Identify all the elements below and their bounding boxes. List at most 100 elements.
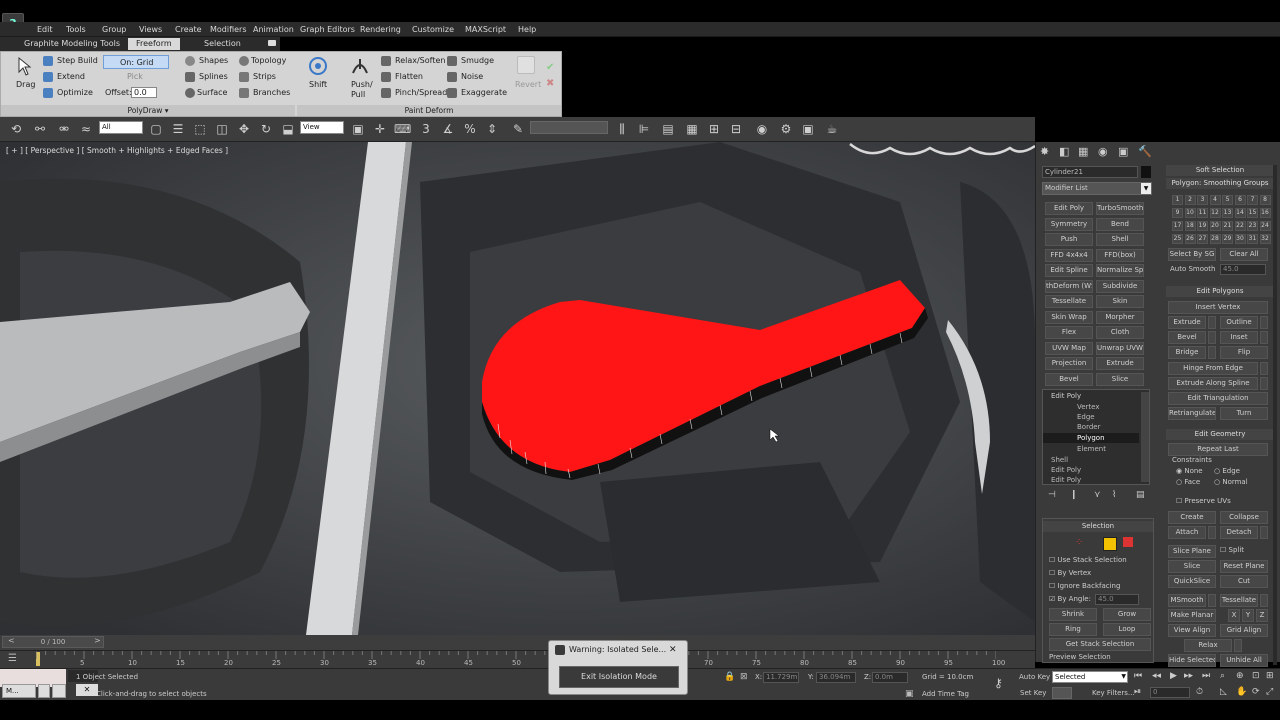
key-icon[interactable]: ⚷ <box>994 676 1003 690</box>
time-prev-icon[interactable]: < <box>8 636 15 645</box>
auto-smooth-button[interactable]: Auto Smooth <box>1170 265 1216 273</box>
select-by-sg-button[interactable]: Select By SG <box>1168 248 1216 261</box>
edit-triangulation-button[interactable]: Edit Triangulation <box>1168 392 1268 405</box>
time-configuration-icon[interactable]: ⏱ <box>1196 687 1203 697</box>
attach-button[interactable]: Attach <box>1168 526 1206 539</box>
slice-plane-button[interactable]: Slice Plane <box>1168 545 1216 558</box>
smoothing-group-button[interactable]: 20 <box>1209 221 1221 231</box>
show-end-result-icon[interactable]: ❙ <box>1070 490 1078 500</box>
command-panel-scrollbar[interactable] <box>1273 165 1277 665</box>
curve-editor-icon[interactable]: ⊞ <box>706 121 722 137</box>
modifier-button[interactable]: Projection <box>1045 357 1093 370</box>
smudge-button[interactable]: Smudge <box>461 56 494 65</box>
splines-button[interactable]: Splines <box>199 72 228 81</box>
modifier-button[interactable]: Skin Wrap <box>1045 310 1093 324</box>
relax-soften-button[interactable]: Relax/Soften <box>395 56 445 65</box>
z-coord-field[interactable]: 0.0m <box>872 672 908 683</box>
reset-plane-button[interactable]: Reset Plane <box>1220 560 1268 573</box>
menu-modifiers[interactable]: Modifiers <box>210 25 247 34</box>
smoothing-group-button[interactable]: 5 <box>1222 195 1233 205</box>
collapse-button[interactable]: Collapse <box>1220 511 1268 524</box>
modifier-button[interactable]: Edit Poly <box>1045 202 1093 215</box>
modifier-button[interactable]: Push <box>1045 233 1093 246</box>
smoothing-group-button[interactable]: 14 <box>1234 208 1246 218</box>
extrude-button[interactable]: Extrude <box>1168 316 1206 329</box>
bridge-button[interactable]: Bridge <box>1168 346 1206 359</box>
by-vertex-checkbox[interactable]: ☐ By Vertex <box>1049 569 1091 577</box>
preserve-uvs-checkbox[interactable]: ☐ Preserve UVs <box>1176 497 1231 505</box>
close-window-icon[interactable]: ✕ <box>76 684 98 696</box>
modifier-button[interactable]: Normalize Spl. <box>1096 264 1144 277</box>
configure-modifier-sets-icon[interactable]: ▤ <box>1136 490 1145 500</box>
bevel-settings-icon[interactable] <box>1208 331 1216 344</box>
shrink-button[interactable]: Shrink <box>1049 608 1097 621</box>
inset-button[interactable]: Inset <box>1220 331 1258 344</box>
relax-button[interactable]: Relax <box>1184 639 1232 652</box>
smoothing-group-button[interactable]: 18 <box>1184 221 1196 231</box>
offset-spinner[interactable]: 0.0 <box>131 87 157 98</box>
select-by-name-icon[interactable]: ☰ <box>170 121 186 137</box>
insert-vertex-button[interactable]: Insert Vertex <box>1168 301 1268 314</box>
go-to-start-icon[interactable]: ⏮ <box>1134 671 1142 681</box>
utilities-tab-icon[interactable]: 🔨 <box>1138 145 1152 159</box>
next-frame-icon[interactable]: ▸▸ <box>1184 671 1193 681</box>
paint-deform-panel-footer[interactable]: Paint Deform <box>297 105 561 116</box>
smoothing-group-button[interactable]: 16 <box>1259 208 1271 218</box>
ribbon-minimize-icon[interactable] <box>268 40 276 46</box>
time-next-icon[interactable]: > <box>94 636 101 645</box>
constraint-none-radio[interactable]: ◉ None <box>1176 467 1203 475</box>
previous-frame-icon[interactable]: ◂◂ <box>1152 671 1161 681</box>
inset-settings-icon[interactable] <box>1260 331 1268 344</box>
exaggerate-button[interactable]: Exaggerate <box>461 88 507 97</box>
pinch-spread-button[interactable]: Pinch/Spread <box>395 88 447 97</box>
minimized-window-tab[interactable]: M... <box>2 684 36 698</box>
pan-view-icon[interactable]: ✋ <box>1236 687 1247 697</box>
menu-group[interactable]: Group <box>102 25 126 34</box>
modifier-button[interactable]: Symmetry <box>1045 217 1093 231</box>
menu-graph-editors[interactable]: Graph Editors <box>300 25 355 34</box>
loop-button[interactable]: Loop <box>1103 623 1151 636</box>
constraint-normal-radio[interactable]: ○ Normal <box>1214 478 1248 486</box>
modifier-button[interactable]: Unwrap UVW <box>1096 341 1144 355</box>
bridge-settings-icon[interactable] <box>1208 346 1216 359</box>
modify-tab-icon[interactable]: ◧ <box>1059 145 1073 159</box>
smoothing-group-button[interactable]: 13 <box>1222 208 1233 218</box>
modifier-button[interactable]: thDeform (WS <box>1045 279 1093 293</box>
current-frame-field[interactable]: 0 <box>1150 687 1190 698</box>
render-setup-icon[interactable]: ⚙ <box>778 121 794 137</box>
modifier-button[interactable]: Bevel <box>1045 372 1093 386</box>
modifier-button[interactable]: FFD 4x4x4 <box>1045 248 1093 262</box>
select-rotate-icon[interactable]: ↻ <box>258 121 274 137</box>
step-build-button[interactable]: Step Build <box>57 56 98 65</box>
shift-button[interactable]: Shift <box>309 80 327 89</box>
noise-button[interactable]: Noise <box>461 72 483 81</box>
smoothing-group-button[interactable]: 22 <box>1234 221 1246 231</box>
smoothing-group-button[interactable]: 27 <box>1197 234 1208 244</box>
layer-manager-icon[interactable]: ▤ <box>660 121 676 137</box>
spinner-snap-icon[interactable]: ⇕ <box>484 121 500 137</box>
absolute-mode-icon[interactable]: ⊠ <box>740 672 748 682</box>
zoom-icon[interactable]: ⌕ <box>1220 671 1225 681</box>
planar-z-button[interactable]: Z <box>1256 609 1268 622</box>
outline-settings-icon[interactable] <box>1260 316 1268 329</box>
create-button[interactable]: Create <box>1168 511 1216 524</box>
modifier-list-dropdown[interactable]: Modifier List ▼ <box>1042 182 1152 195</box>
smoothing-group-button[interactable]: 26 <box>1184 234 1196 244</box>
flip-button[interactable]: Flip <box>1220 346 1268 359</box>
set-key-icon[interactable] <box>1052 687 1072 699</box>
topology-button[interactable]: Topology <box>251 56 286 65</box>
grid-align-button[interactable]: Grid Align <box>1220 624 1268 637</box>
display-tab-icon[interactable]: ▣ <box>1118 145 1132 159</box>
select-manipulate-icon[interactable]: ✛ <box>372 121 388 137</box>
play-icon[interactable]: ▶ <box>1170 671 1177 681</box>
optimize-button[interactable]: Optimize <box>57 88 93 97</box>
grow-button[interactable]: Grow <box>1103 608 1151 621</box>
detach-settings-icon[interactable] <box>1260 526 1268 539</box>
select-scale-icon[interactable]: ⬓ <box>280 121 296 137</box>
by-angle-spinner[interactable]: 45.0 <box>1095 594 1139 605</box>
material-editor-icon[interactable]: ◉ <box>754 121 770 137</box>
tessellate-button[interactable]: Tessellate <box>1220 594 1258 607</box>
repeat-last-button[interactable]: Repeat Last <box>1168 443 1268 456</box>
percent-snap-icon[interactable]: % <box>462 121 478 137</box>
y-coord-field[interactable]: 36.094m <box>816 672 856 683</box>
